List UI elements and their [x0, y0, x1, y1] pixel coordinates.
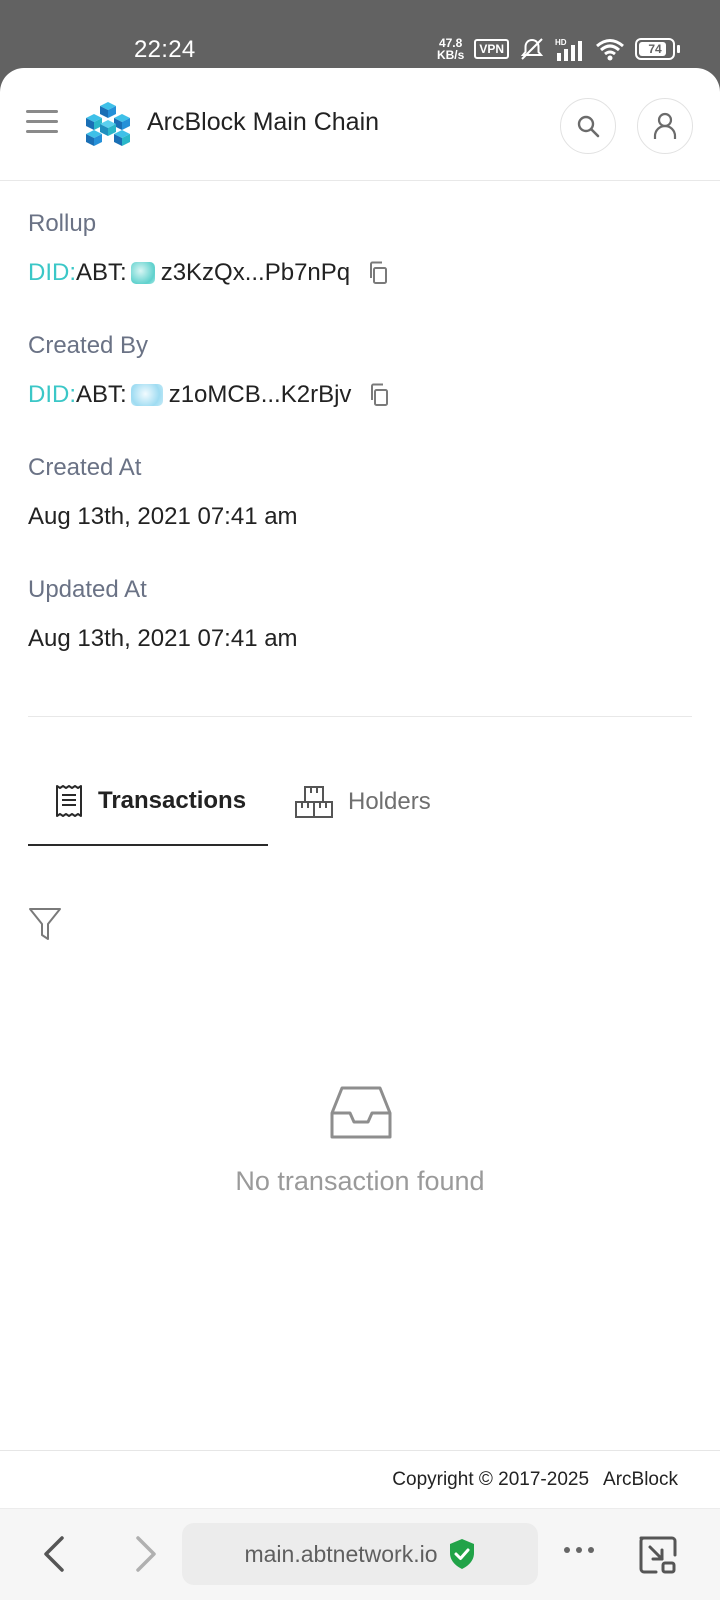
browser-minimize-button[interactable]	[638, 1535, 678, 1580]
filter-icon	[29, 908, 61, 940]
status-bar: 22:24 47.8 KB/s VPN HD 74	[0, 0, 720, 68]
search-button[interactable]	[560, 98, 616, 154]
created-by-did-avatar	[130, 384, 163, 406]
boxes-icon	[295, 786, 333, 818]
address-bar[interactable]: main.abtnetwork.io	[182, 1523, 538, 1585]
tab-transactions[interactable]: Transactions	[28, 758, 268, 846]
secure-shield-icon	[449, 1539, 474, 1569]
copyright-footer: Copyright © 2017-2025 ArcBlock	[392, 1469, 678, 1491]
arcblock-logo-icon	[86, 102, 130, 146]
updated-at-label: Updated At	[28, 576, 147, 603]
rollup-did-chain: ABT:	[76, 259, 127, 286]
copyright-text: Copyright © 2017-2025	[392, 1469, 590, 1490]
svg-text:HD: HD	[555, 38, 567, 47]
chevron-right-icon	[136, 1536, 156, 1572]
browser-more-button[interactable]	[564, 1547, 594, 1553]
network-speed: 47.8 KB/s	[437, 37, 464, 61]
minimize-window-icon	[639, 1536, 677, 1574]
rollup-did-prefix: DID:	[28, 259, 76, 286]
copy-rollup-button[interactable]	[368, 261, 390, 285]
tab-transactions-label: Transactions	[98, 787, 247, 814]
user-icon	[653, 112, 677, 139]
tab-holders-label: Holders	[348, 788, 431, 815]
page-sheet: ArcBlock Main Chain Rollup DID: ABT: z3K…	[0, 68, 720, 1600]
hamburger-menu-button[interactable]	[26, 110, 58, 134]
more-dot-icon	[576, 1547, 582, 1553]
created-by-did-chain: ABT:	[76, 381, 127, 408]
rollup-did-avatar	[130, 262, 155, 284]
user-account-button[interactable]	[637, 98, 693, 154]
more-dot-icon	[564, 1547, 570, 1553]
wifi-icon	[596, 39, 624, 61]
more-dot-icon	[588, 1547, 594, 1553]
search-icon	[577, 115, 600, 138]
address-bar-url: main.abtnetwork.io	[244, 1540, 438, 1567]
footer-divider	[0, 1450, 720, 1451]
status-icons: 47.8 KB/s VPN HD 74	[437, 36, 680, 62]
signal-icon: HD	[555, 38, 582, 61]
vpn-badge: VPN	[474, 39, 509, 59]
rollup-label: Rollup	[28, 210, 97, 237]
tab-holders[interactable]: Holders	[294, 758, 431, 846]
copy-created-by-button[interactable]	[369, 383, 391, 407]
empty-state-message: No transaction found	[235, 1166, 485, 1196]
section-divider	[28, 716, 692, 717]
bell-muted-icon	[520, 38, 544, 60]
browser-forward-button[interactable]	[130, 1534, 160, 1579]
created-by-did: DID: ABT: z1oMCB...K2rBjv	[28, 381, 391, 409]
copy-icon	[370, 261, 388, 284]
network-speed-unit: KB/s	[436, 48, 465, 62]
rollup-did: DID: ABT: z3KzQx...Pb7nPq	[28, 259, 390, 287]
updated-at-value: Aug 13th, 2021 07:41 am	[28, 625, 298, 652]
rollup-did-address[interactable]: z3KzQx...Pb7nPq	[161, 259, 350, 287]
created-by-did-address[interactable]: z1oMCB...K2rBjv	[169, 381, 352, 409]
browser-toolbar: main.abtnetwork.io	[0, 1508, 720, 1600]
footer-brand-link[interactable]: ArcBlock	[603, 1469, 678, 1490]
created-at-label: Created At	[28, 454, 142, 481]
battery-indicator: 74	[635, 38, 680, 60]
created-by-did-prefix: DID:	[28, 381, 76, 408]
empty-inbox-icon	[330, 1086, 392, 1139]
filter-button[interactable]	[28, 906, 62, 947]
created-by-label: Created By	[28, 332, 149, 359]
status-time: 22:24	[134, 36, 196, 63]
created-at-value: Aug 13th, 2021 07:41 am	[28, 503, 298, 530]
receipt-icon	[56, 785, 82, 817]
copy-icon	[371, 383, 389, 406]
chevron-left-icon	[44, 1536, 64, 1572]
app-header: ArcBlock Main Chain	[0, 68, 720, 181]
battery-level: 74	[648, 42, 662, 56]
browser-back-button[interactable]	[40, 1534, 70, 1579]
app-title: ArcBlock Main Chain	[147, 108, 380, 136]
